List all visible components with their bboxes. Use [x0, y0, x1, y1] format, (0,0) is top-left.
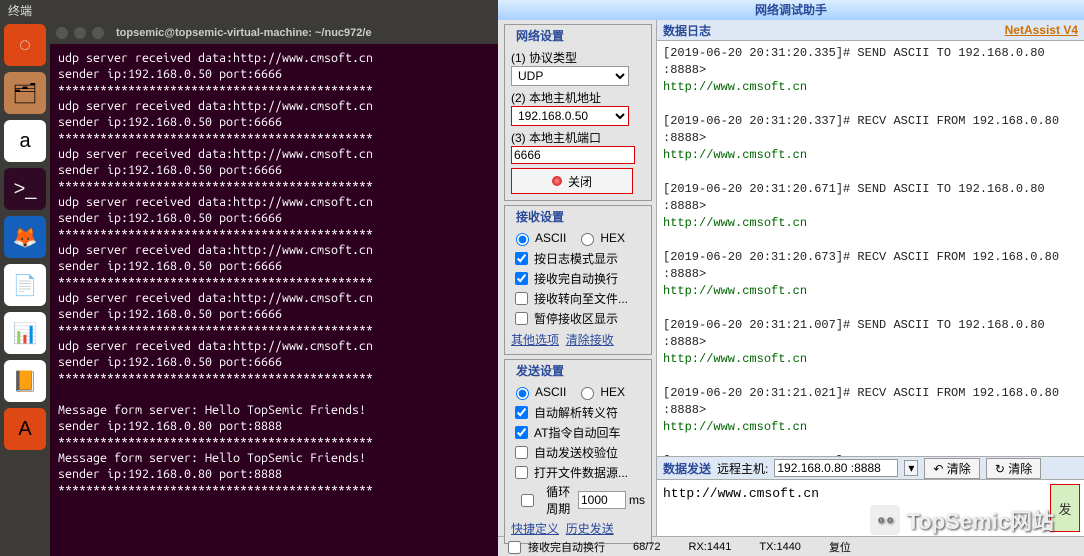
port-input[interactable]: [511, 146, 635, 164]
close-button[interactable]: 关闭: [511, 168, 633, 194]
impress-icon[interactable]: 📙: [4, 360, 46, 402]
cycle-checkbox[interactable]: [515, 494, 540, 507]
status-chk[interactable]: 接收完自动换行: [504, 538, 605, 556]
network-legend: 网络设置: [513, 27, 567, 44]
send-ascii-radio[interactable]: ASCII: [511, 384, 566, 400]
log-header: 数据日志: [663, 22, 711, 39]
amazon-icon[interactable]: a: [4, 120, 46, 162]
status-reset[interactable]: 复位: [829, 539, 851, 555]
recv-pause[interactable]: 暂停接收区显示: [511, 309, 645, 328]
undo-icon: ↶: [933, 462, 943, 476]
status-tx: TX:1440: [759, 541, 801, 553]
remote-label: 远程主机:: [717, 460, 768, 477]
clear-button-1[interactable]: ↶ 清除: [924, 458, 979, 479]
terminal-output[interactable]: udp server received data:http://www.cmso…: [50, 44, 498, 556]
status-bar: 接收完自动换行 68/72 RX:1441 TX:1440 复位: [498, 536, 1084, 556]
log-area[interactable]: [2019-06-20 20:31:20.335]# SEND ASCII TO…: [657, 41, 1084, 456]
recv-to-file[interactable]: 接收转向至文件...: [511, 289, 645, 308]
proto-label: (1) 协议类型: [511, 49, 645, 66]
recv-clear-link[interactable]: 清除接收: [566, 333, 614, 347]
cycle-unit: ms: [629, 493, 645, 507]
proto-select[interactable]: UDP: [511, 66, 629, 86]
send-settings: 发送设置 ASCII HEX 自动解析转义符 AT指令自动回车 自动发送校验位 …: [504, 359, 652, 544]
terminal-titlebar[interactable]: topsemic@topsemic-virtual-machine: ~/nuc…: [50, 22, 498, 44]
dropdown-icon[interactable]: ▾: [904, 460, 918, 476]
recv-auto-wrap[interactable]: 接收完自动换行: [511, 269, 645, 288]
close-icon[interactable]: [56, 27, 68, 39]
cycle-row: 循环周期 ms: [511, 483, 645, 517]
send-textarea[interactable]: http://www.cmsoft.cn: [661, 484, 1046, 532]
send-hist-link[interactable]: 历史发送: [566, 522, 614, 536]
brand-link[interactable]: NetAssist V4: [1005, 23, 1078, 37]
recv-log-mode[interactable]: 按日志模式显示: [511, 249, 645, 268]
maximize-icon[interactable]: [92, 27, 104, 39]
recv-legend: 接收设置: [513, 208, 567, 225]
minimize-icon[interactable]: [74, 27, 86, 39]
status-rx: RX:1441: [689, 541, 732, 553]
port-label: (3) 本地主机端口: [511, 129, 645, 146]
cycle-label: 循环周期: [546, 483, 575, 517]
send-header-label: 数据发送: [663, 460, 711, 477]
clear-button-2[interactable]: ↻ 清除: [986, 458, 1041, 479]
refresh-icon: ↻: [995, 462, 1005, 476]
send-checksum[interactable]: 自动发送校验位: [511, 443, 645, 462]
calc-icon[interactable]: 📊: [4, 312, 46, 354]
send-file-src[interactable]: 打开文件数据源...: [511, 463, 645, 482]
recv-other-link[interactable]: 其他选项: [511, 333, 559, 347]
remote-input[interactable]: [774, 459, 898, 477]
files-icon[interactable]: 🗂: [4, 72, 46, 114]
recv-ascii-radio[interactable]: ASCII: [511, 230, 566, 246]
send-at-cr[interactable]: AT指令自动回车: [511, 423, 645, 442]
recv-settings: 接收设置 ASCII HEX 按日志模式显示 接收完自动换行 接收转向至文件..…: [504, 205, 652, 355]
ubuntu-dash-icon[interactable]: ◌: [4, 24, 46, 66]
terminal-title: topsemic@topsemic-virtual-machine: ~/nuc…: [116, 27, 372, 39]
send-quick-link[interactable]: 快捷定义: [511, 522, 559, 536]
launcher: ◌ 🗂 a >_ 🦊 📄 📊 📙 A: [0, 0, 50, 556]
send-escape[interactable]: 自动解析转义符: [511, 403, 645, 422]
terminal-icon[interactable]: >_: [4, 168, 46, 210]
send-hex-radio[interactable]: HEX: [576, 384, 625, 400]
recv-hex-radio[interactable]: HEX: [576, 230, 625, 246]
send-legend: 发送设置: [513, 362, 567, 379]
status-counts: 68/72: [633, 541, 661, 553]
writer-icon[interactable]: 📄: [4, 264, 46, 306]
cycle-input[interactable]: [578, 491, 626, 509]
record-icon: [552, 176, 562, 186]
software-icon[interactable]: A: [4, 408, 46, 450]
host-label: (2) 本地主机地址: [511, 89, 645, 106]
host-select[interactable]: 192.168.0.50: [511, 106, 629, 126]
network-settings: 网络设置 (1) 协议类型 UDP (2) 本地主机地址 192.168.0.5…: [504, 24, 652, 201]
ubuntu-topbar: 终端: [0, 0, 506, 22]
terminal-window: topsemic@topsemic-virtual-machine: ~/nuc…: [50, 22, 498, 556]
netassist-title: 网络调试助手: [498, 0, 1084, 20]
send-button[interactable]: 发: [1050, 484, 1080, 532]
firefox-icon[interactable]: 🦊: [4, 216, 46, 258]
